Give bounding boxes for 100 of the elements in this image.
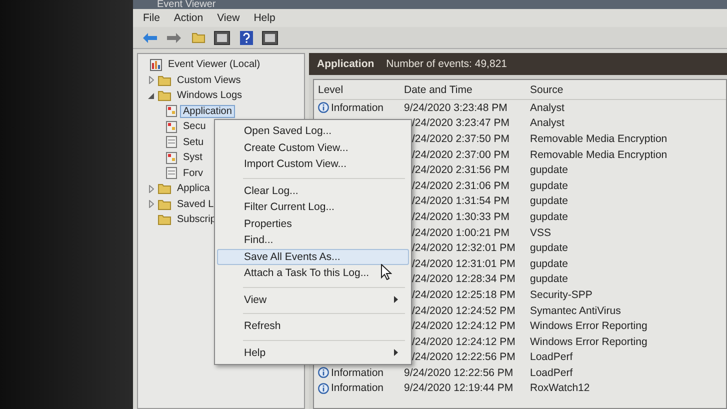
folder-icon (158, 214, 171, 226)
tree-item[interactable]: Forv (180, 166, 206, 180)
menu-item[interactable]: Attach a Task To this Log... (217, 265, 409, 282)
info-icon (318, 102, 329, 114)
table-cell-text: gupdate (530, 164, 569, 176)
menu-item[interactable]: Action (174, 12, 204, 24)
collapsed-arrow-icon[interactable] (148, 200, 154, 208)
folder-icon (158, 198, 171, 210)
table-cell: Information (331, 366, 384, 379)
collapsed-arrow-icon[interactable] (148, 184, 154, 193)
table-cell-text: 9/24/2020 12:22:56 PM (404, 366, 514, 379)
menu-item[interactable]: View (217, 12, 240, 24)
table-cell-text: VSS (530, 226, 552, 239)
table-cell-text: Symantec AntiVirus (530, 304, 622, 317)
menu-item[interactable]: View (217, 292, 409, 308)
right-arrow-icon (167, 32, 181, 42)
table-cell-text: RoxWatch12 (530, 382, 591, 394)
menu-item[interactable]: Find... (217, 232, 409, 248)
tree-item[interactable]: Secu (180, 120, 209, 134)
menu-item[interactable]: Help (217, 344, 409, 361)
folder-icon (158, 90, 171, 102)
menu-item[interactable]: Open Saved Log... (217, 123, 409, 140)
tree-item[interactable]: Saved L (174, 198, 217, 211)
table-cell-text: /24/2020 2:37:50 PM (411, 132, 510, 145)
tree-item[interactable]: Application (180, 104, 235, 118)
table-cell-text: Security-SPP (530, 288, 594, 301)
expanded-arrow-icon[interactable] (148, 92, 154, 99)
table-cell-text: Analyst (530, 102, 566, 114)
table-cell-text: /24/2020 12:22:56 PM (411, 351, 516, 364)
submenu-arrow-icon (394, 296, 398, 304)
mouse-pointer-icon (381, 264, 392, 280)
folder-icon (158, 183, 171, 194)
menu-item[interactable]: Refresh (217, 318, 409, 334)
menu-item[interactable]: Clear Log... (217, 182, 409, 199)
folder-icon (192, 32, 204, 43)
window-title: Event Viewer (157, 1, 216, 9)
table-cell-text: gupdate (530, 210, 569, 223)
menu-item[interactable]: Import Custom View... (217, 156, 409, 172)
table-cell-text: /24/2020 12:25:18 PM (411, 288, 516, 301)
column-header[interactable]: Date and Time (404, 84, 530, 96)
tree-item[interactable]: Custom Views (174, 74, 244, 87)
tree-item[interactable]: Setu (180, 136, 207, 149)
panel-icon (262, 30, 278, 44)
table-cell-text: /24/2020 12:32:01 PM (411, 242, 516, 254)
log-icon (166, 152, 177, 164)
panel-button[interactable] (213, 30, 231, 46)
table-cell-text: /24/2020 3:23:47 PM (411, 117, 510, 130)
table-cell-text: gupdate (530, 258, 569, 270)
event-count: Number of events: 49,821 (386, 58, 507, 70)
menu-item[interactable]: Save All Events As... (217, 248, 409, 265)
log-icon (166, 167, 177, 180)
column-header[interactable]: Level (318, 84, 404, 96)
tree-item[interactable]: Applica (174, 182, 213, 196)
tree-item[interactable]: Syst (180, 151, 206, 164)
table-cell: Information (331, 102, 384, 114)
menu-item[interactable]: Properties (217, 216, 409, 232)
menu-item[interactable]: Create Custom View... (217, 140, 409, 156)
log-icon (166, 105, 177, 118)
event-viewer-icon (150, 58, 162, 71)
log-title: Application (317, 58, 374, 70)
table-cell-text: /24/2020 2:37:00 PM (411, 148, 510, 161)
table-cell-text: /24/2020 12:24:12 PM (411, 320, 516, 332)
tree-item[interactable]: Windows Logs (174, 89, 246, 102)
table-cell-text: LoadPerf (530, 351, 574, 364)
help-button[interactable] (237, 30, 255, 46)
table-cell-text: Removable Media Encryption (530, 132, 668, 145)
tree-item[interactable]: Event Viewer (Local) (165, 58, 264, 72)
table-cell-text: /24/2020 2:31:06 PM (411, 180, 510, 192)
table-cell-text: /24/2020 12:31:01 PM (411, 258, 516, 270)
table-cell-text: gupdate (530, 195, 569, 208)
panel-button[interactable] (261, 30, 279, 46)
table-cell-text: /24/2020 1:31:54 PM (411, 195, 510, 208)
table-cell-text: 9/24/2020 12:19:44 PM (404, 382, 514, 394)
log-icon (166, 120, 177, 133)
log-icon (166, 136, 177, 148)
left-arrow-icon (143, 32, 157, 42)
menu-item[interactable]: Help (254, 12, 276, 24)
table-cell-text: gupdate (530, 242, 569, 254)
table-cell-text: Analyst (530, 117, 566, 130)
menu-item[interactable]: File (143, 12, 160, 24)
help-icon (240, 30, 252, 44)
menu-item[interactable]: Filter Current Log... (217, 199, 409, 216)
table-cell-text: Windows Error Reporting (530, 320, 648, 332)
folder-icon (158, 74, 171, 86)
table-cell-text: LoadPerf (530, 366, 574, 379)
table-cell-text: /24/2020 1:30:33 PM (411, 210, 510, 223)
collapsed-arrow-icon[interactable] (148, 76, 154, 84)
table-cell-text: Windows Error Reporting (530, 336, 648, 348)
panel-icon (214, 30, 230, 44)
table-cell-text: /24/2020 2:31:56 PM (411, 164, 510, 176)
table-cell-text: /24/2020 12:24:52 PM (411, 304, 516, 317)
table-cell-text: Removable Media Encryption (530, 148, 668, 161)
table-cell-text: gupdate (530, 180, 569, 192)
table-cell-text: 9/24/2020 3:23:48 PM (404, 102, 508, 114)
info-icon (318, 367, 329, 378)
table-cell-text: /24/2020 12:24:12 PM (411, 336, 516, 348)
table-cell-text: /24/2020 1:00:21 PM (411, 226, 510, 239)
table-cell-text: /24/2020 12:28:34 PM (411, 273, 516, 286)
submenu-arrow-icon (394, 349, 398, 356)
column-header[interactable]: Source (530, 84, 726, 96)
